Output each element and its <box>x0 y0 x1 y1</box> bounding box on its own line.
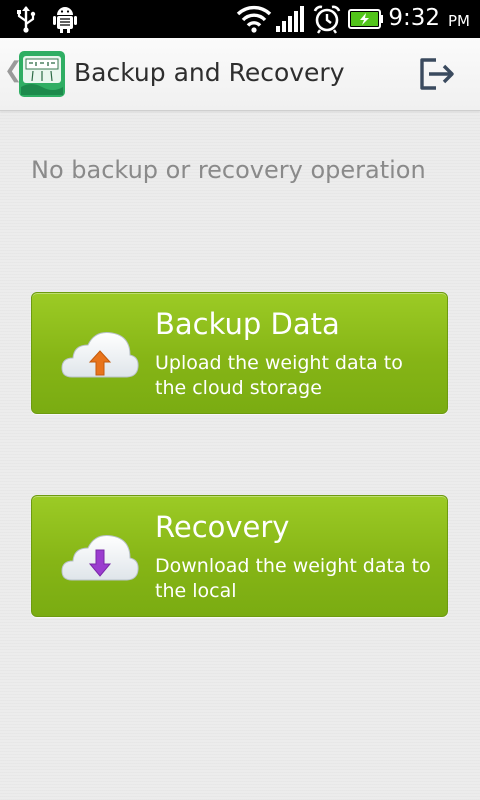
recovery-title: Recovery <box>155 510 290 544</box>
cloud-download-icon <box>61 535 139 581</box>
backup-description: Upload the weight data to the cloud stor… <box>155 352 403 399</box>
scale-icon[interactable] <box>19 51 65 97</box>
title-bar: ❮ Backup and Recovery <box>0 38 480 111</box>
operation-status-text: No backup or recovery operation <box>31 156 426 184</box>
cloud-upload-icon <box>61 332 139 378</box>
alarm-icon <box>313 5 341 34</box>
page-title: Backup and Recovery <box>74 58 345 87</box>
status-ampm: PM <box>448 12 470 30</box>
status-bar: 9:32 PM <box>0 0 480 38</box>
android-debug-icon <box>53 7 77 33</box>
wifi-icon <box>236 5 272 33</box>
backup-title: Backup Data <box>155 307 340 341</box>
exit-icon[interactable] <box>412 50 462 98</box>
signal-icon <box>276 6 304 32</box>
backup-data-button[interactable]: Backup Data Upload the weight data to th… <box>31 292 448 414</box>
battery-charging-icon <box>348 9 383 29</box>
status-time: 9:32 <box>388 5 440 31</box>
recovery-button[interactable]: Recovery Download the weight data to the… <box>31 495 448 617</box>
recovery-description: Download the weight data to the local <box>155 555 431 602</box>
usb-icon <box>17 6 36 33</box>
